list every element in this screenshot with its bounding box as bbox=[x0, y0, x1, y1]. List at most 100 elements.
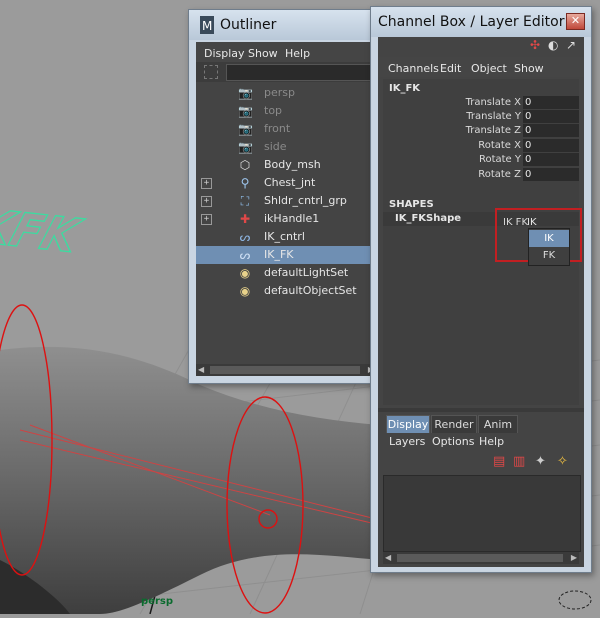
outliner-item-label: side bbox=[264, 140, 287, 153]
outliner-item-selected[interactable]: ᔕ IK_FK bbox=[196, 246, 376, 264]
panel-splitter-handle[interactable] bbox=[378, 408, 584, 412]
new-empty-layer-icon[interactable]: ✦ bbox=[535, 454, 546, 469]
outliner-item[interactable]: ◉ defaultObjectSet bbox=[196, 282, 376, 300]
new-layer-from-selected-icon[interactable]: ✧ bbox=[557, 454, 568, 469]
outliner-item[interactable]: ᔕ IK_cntrl bbox=[196, 228, 376, 246]
channel-label: Rotate Y bbox=[478, 154, 521, 165]
shape-node-name: IK_FKShape bbox=[395, 213, 462, 224]
pin-icon[interactable]: ↗ bbox=[566, 38, 576, 52]
layer-horizontal-scrollbar[interactable]: ◀ ▶ bbox=[383, 552, 579, 564]
scroll-thumb[interactable] bbox=[397, 554, 563, 562]
expand-icon[interactable]: + bbox=[201, 196, 212, 207]
channel-row[interactable]: Translate Y 0 bbox=[383, 110, 579, 124]
layer-editor-menubar: Layers Options Help bbox=[383, 433, 579, 451]
scroll-left-icon[interactable]: ◀ bbox=[385, 553, 391, 562]
channel-box-menubar: Channels Edit Object Show bbox=[378, 57, 584, 77]
camera-icon: 📷 bbox=[238, 140, 253, 154]
outliner-item[interactable]: 📷 side bbox=[196, 138, 376, 156]
channel-value-field[interactable]: 0 bbox=[523, 153, 579, 166]
menu-edit[interactable]: Edit bbox=[440, 62, 461, 75]
outliner-item[interactable]: ⬡ Body_msh bbox=[196, 156, 376, 174]
channel-row[interactable]: Rotate Y 0 bbox=[383, 153, 579, 167]
outliner-item-label: front bbox=[264, 122, 291, 135]
scroll-thumb[interactable] bbox=[210, 366, 360, 374]
layer-toolbar: ▤ ▥ ✦ ✧ bbox=[383, 453, 579, 473]
settings-icon[interactable]: ◐ bbox=[548, 38, 558, 52]
ikfk-option-fk[interactable]: FK bbox=[529, 247, 569, 264]
tab-anim[interactable]: Anim bbox=[478, 415, 518, 433]
channel-value-field[interactable]: 0 bbox=[523, 110, 579, 123]
channel-value-field[interactable]: 0 bbox=[523, 139, 579, 152]
channel-row[interactable]: Translate X 0 bbox=[383, 96, 579, 110]
set-icon: ◉ bbox=[239, 284, 251, 298]
expand-icon[interactable]: + bbox=[201, 178, 212, 189]
filter-icon[interactable] bbox=[204, 65, 218, 79]
outliner-item[interactable]: ◉ defaultLightSet bbox=[196, 264, 376, 282]
ik-handle-icon: ✚ bbox=[239, 212, 251, 226]
outliner-item-label: Chest_jnt bbox=[264, 176, 316, 189]
channel-box-body: ✣ ◐ ↗ Channels Edit Object Show IK_FK Tr… bbox=[378, 37, 584, 567]
scroll-left-icon[interactable]: ◀ bbox=[198, 365, 204, 374]
close-icon: ✕ bbox=[570, 14, 581, 27]
channel-row[interactable]: Rotate Z 0 bbox=[383, 168, 579, 182]
outliner-filter-field[interactable] bbox=[226, 64, 378, 81]
outliner-menu-show[interactable]: Show bbox=[248, 47, 278, 60]
tab-display[interactable]: Display bbox=[386, 415, 430, 433]
menu-channels[interactable]: Channels bbox=[388, 62, 439, 75]
channel-box-toolbar: ✣ ◐ ↗ bbox=[378, 37, 584, 55]
outliner-list[interactable]: 📷 persp 📷 top 📷 front 📷 side ⬡ Body_msh … bbox=[196, 84, 376, 360]
outliner-menu-help[interactable]: Help bbox=[285, 47, 310, 60]
channel-label: Rotate X bbox=[478, 140, 521, 151]
outliner-item[interactable]: 📷 top bbox=[196, 102, 376, 120]
scroll-right-icon[interactable]: ▶ bbox=[571, 553, 577, 562]
curve-icon: ᔕ bbox=[239, 248, 251, 262]
outliner-item-label: IK_FK bbox=[264, 248, 294, 261]
channel-box-window[interactable]: Channel Box / Layer Editor ✕ ✣ ◐ ↗ Chann… bbox=[370, 6, 592, 573]
move-layer-down-icon[interactable]: ▥ bbox=[513, 454, 525, 469]
channel-value-field[interactable]: 0 bbox=[523, 124, 579, 137]
ikfk-option-ik[interactable]: IK bbox=[529, 230, 569, 247]
tab-render[interactable]: Render bbox=[431, 415, 477, 433]
outliner-item[interactable]: 📷 persp bbox=[196, 84, 376, 102]
expand-icon[interactable]: + bbox=[201, 214, 212, 225]
outliner-title: Outliner bbox=[220, 17, 277, 33]
outliner-item[interactable]: + ⚲ Chest_jnt bbox=[196, 174, 376, 192]
outliner-item[interactable]: + ✚ ikHandle1 bbox=[196, 210, 376, 228]
outliner-titlebar[interactable]: M Outliner bbox=[189, 10, 381, 40]
joint-icon: ⚲ bbox=[240, 176, 250, 190]
outliner-menubar: Display Show Help bbox=[196, 42, 376, 62]
outliner-menu-display[interactable]: Display bbox=[204, 47, 245, 60]
menu-options[interactable]: Options bbox=[432, 435, 474, 448]
outliner-item-label: persp bbox=[264, 86, 295, 99]
channel-label: Translate Y bbox=[466, 111, 521, 122]
move-layer-up-icon[interactable]: ▤ bbox=[493, 454, 505, 469]
outliner-body: Display Show Help 📷 persp 📷 top 📷 front … bbox=[196, 42, 378, 376]
ikfk-enum-value[interactable]: IK bbox=[527, 217, 537, 228]
menu-layers[interactable]: Layers bbox=[389, 435, 425, 448]
outliner-item-label: defaultLightSet bbox=[264, 266, 349, 279]
outliner-item-label: Shldr_cntrl_grp bbox=[264, 194, 347, 207]
channel-value-field[interactable]: 0 bbox=[523, 168, 579, 181]
outliner-item-label: Body_msh bbox=[264, 158, 321, 171]
manipulator-icon[interactable]: ✣ bbox=[530, 38, 540, 52]
group-icon: ⛶ bbox=[240, 194, 250, 208]
close-button[interactable]: ✕ bbox=[566, 13, 585, 30]
layer-editor-tabs: Display Render Anim bbox=[383, 413, 579, 433]
channel-value-field[interactable]: 0 bbox=[523, 96, 579, 109]
outliner-item[interactable]: + ⛶ Shldr_cntrl_grp bbox=[196, 192, 376, 210]
outliner-window[interactable]: M Outliner Display Show Help 📷 persp 📷 t… bbox=[188, 9, 382, 384]
menu-help[interactable]: Help bbox=[479, 435, 504, 448]
channel-row[interactable]: Translate Z 0 bbox=[383, 124, 579, 138]
viewport-camera-label: persp bbox=[141, 596, 173, 607]
camera-icon: 📷 bbox=[238, 86, 253, 100]
outliner-horizontal-scrollbar[interactable]: ◀ ▶ bbox=[196, 364, 376, 376]
channel-row[interactable]: Rotate X 0 bbox=[383, 139, 579, 153]
outliner-item-label: top bbox=[264, 104, 283, 117]
camera-icon: 📷 bbox=[238, 122, 253, 136]
outliner-item[interactable]: 📷 front bbox=[196, 120, 376, 138]
menu-object[interactable]: Object bbox=[471, 62, 507, 75]
channel-box-titlebar[interactable]: Channel Box / Layer Editor ✕ bbox=[371, 7, 591, 37]
layer-list-panel[interactable] bbox=[383, 475, 581, 552]
menu-show[interactable]: Show bbox=[514, 62, 544, 75]
set-icon: ◉ bbox=[239, 266, 251, 280]
